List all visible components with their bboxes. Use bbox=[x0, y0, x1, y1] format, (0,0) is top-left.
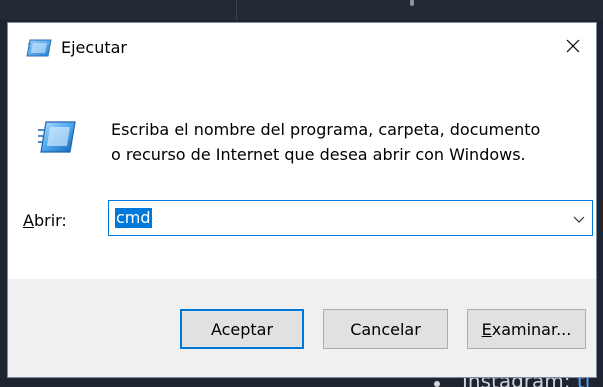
dialog-description: Escriba el nombre del programa, carpeta,… bbox=[111, 117, 581, 167]
background-partial-link[interactable]: ti bbox=[577, 378, 590, 387]
button-footer: Aceptar Cancelar Examinar... bbox=[8, 279, 596, 377]
browse-button[interactable]: Examinar... bbox=[467, 309, 586, 349]
background-dot bbox=[410, 0, 414, 6]
dropdown-button[interactable] bbox=[572, 211, 586, 230]
command-combobox[interactable]: cmd bbox=[108, 200, 593, 236]
browse-button-label: xaminar... bbox=[491, 319, 572, 339]
close-button[interactable] bbox=[550, 23, 596, 69]
description-line-2: o recurso de Internet que desea abrir co… bbox=[111, 145, 526, 164]
description-line-1: Escriba el nombre del programa, carpeta,… bbox=[111, 120, 541, 139]
background-divider bbox=[236, 0, 237, 20]
run-dialog: Ejecutar Escriba el nombre del programa,… bbox=[7, 22, 597, 378]
run-large-icon bbox=[37, 119, 77, 159]
cancel-button[interactable]: Cancelar bbox=[323, 309, 448, 349]
background-window-top bbox=[0, 0, 603, 20]
background-partial-text: Instagram: ti bbox=[462, 378, 590, 387]
command-input-value[interactable]: cmd bbox=[115, 208, 152, 228]
chevron-down-icon bbox=[573, 216, 585, 223]
open-label: Abrir: bbox=[23, 211, 67, 230]
browse-access-key: E bbox=[481, 319, 492, 339]
accept-button[interactable]: Aceptar bbox=[180, 309, 304, 349]
background-bullet bbox=[434, 381, 440, 387]
close-icon bbox=[566, 39, 580, 53]
background-page-strip: Instagram: ti bbox=[0, 378, 603, 387]
cancel-button-label: Cancelar bbox=[350, 319, 421, 339]
accept-button-label: Aceptar bbox=[210, 319, 274, 339]
title-bar[interactable]: Ejecutar bbox=[8, 23, 596, 73]
run-app-icon bbox=[26, 39, 52, 61]
open-label-access-key: A bbox=[23, 211, 34, 230]
open-label-text: brir: bbox=[33, 211, 67, 230]
dialog-title: Ejecutar bbox=[61, 38, 127, 57]
